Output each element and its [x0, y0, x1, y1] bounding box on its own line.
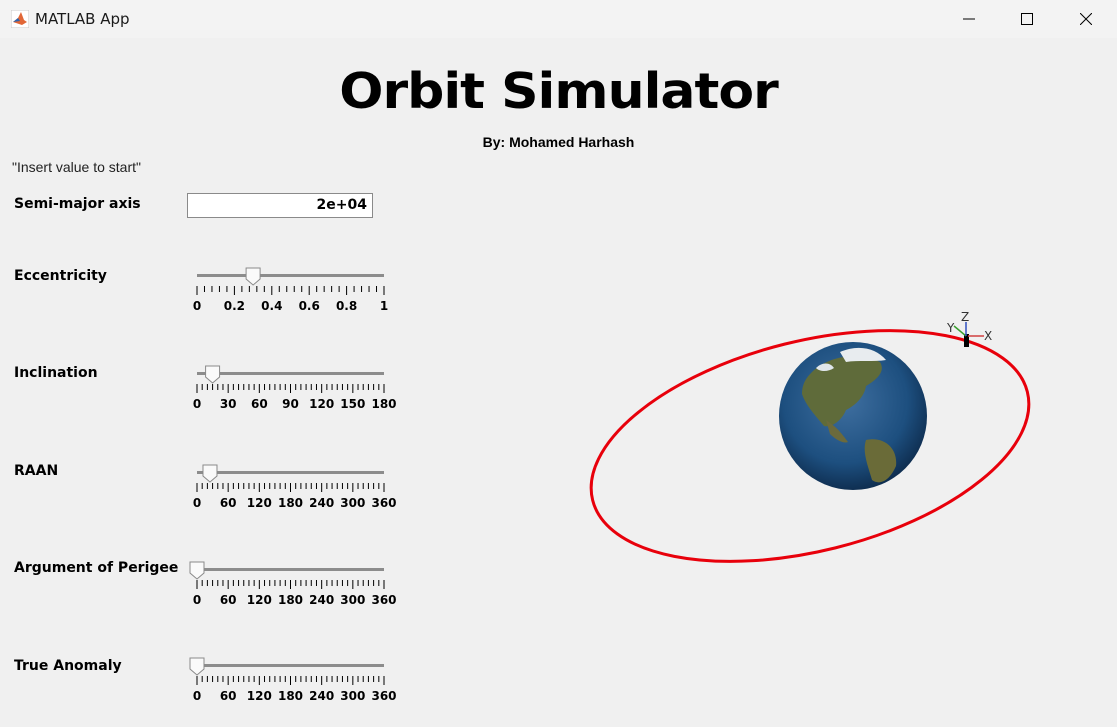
- author-label: By: Mohamed Harhash: [482, 134, 635, 150]
- close-button[interactable]: [1057, 0, 1115, 38]
- slider-tick-label: 180: [278, 593, 303, 607]
- slider-track[interactable]: [197, 568, 384, 571]
- slider-tick-label: 0.8: [336, 299, 357, 313]
- slider-thumb[interactable]: [189, 657, 205, 676]
- slider-tick-label: 90: [282, 397, 299, 411]
- minimize-button[interactable]: [940, 0, 998, 38]
- eccentricity-label: Eccentricity: [14, 268, 107, 284]
- slider-tick-label: 0: [193, 496, 201, 510]
- maximize-icon: [1021, 13, 1033, 25]
- window-title: MATLAB App: [35, 10, 130, 28]
- slider-tick-label: 120: [247, 593, 272, 607]
- argument-of-perigee-label: Argument of Perigee: [14, 560, 179, 576]
- semi-major-axis-field[interactable]: 2e+04: [187, 193, 373, 218]
- raan-slider[interactable]: 0 60 120 180 240 300 360: [186, 463, 401, 513]
- slider-tick-label: 0: [193, 593, 201, 607]
- slider-graphic: 0 60 120 180 240 300 360: [193, 464, 397, 510]
- slider-track[interactable]: [197, 274, 384, 277]
- slider-tick-label: 180: [278, 689, 303, 703]
- slider-tick-label: 120: [309, 397, 334, 411]
- slider-tick-label: 240: [309, 593, 334, 607]
- slider-tick-label: 180: [371, 397, 396, 411]
- slider-thumb[interactable]: [189, 561, 205, 580]
- inclination-label: Inclination: [14, 365, 98, 381]
- slider-tick-label: 300: [340, 496, 365, 510]
- y-axis-label: Y: [946, 321, 955, 335]
- slider-tick-label: 60: [220, 593, 237, 607]
- slider-thumb[interactable]: [202, 464, 218, 483]
- hint-text: "Insert value to start": [12, 159, 141, 175]
- matlab-icon: [11, 10, 29, 28]
- slider-tick-label: 0: [193, 397, 201, 411]
- window-titlebar: MATLAB App: [0, 0, 1117, 38]
- slider-tick-label: 120: [247, 689, 272, 703]
- argument-of-perigee-slider[interactable]: 0 60 120 180 240 300 360: [186, 560, 401, 610]
- slider-tick-label: 360: [371, 496, 396, 510]
- slider-thumb[interactable]: [245, 267, 261, 286]
- slider-thumb[interactable]: [205, 365, 221, 384]
- slider-tick-label: 180: [278, 496, 303, 510]
- orbit-plot[interactable]: X Y Z: [580, 310, 1050, 580]
- slider-tick-label: 1: [380, 299, 388, 313]
- slider-graphic: 0 60 120 180 240 300 360: [189, 657, 397, 703]
- slider-tick-label: 0.2: [224, 299, 245, 313]
- slider-graphic: 0 30 60 90 120 150 180: [193, 365, 397, 411]
- close-icon: [1080, 13, 1092, 25]
- slider-tick-label: 0: [193, 689, 201, 703]
- slider-tick-label: 0.6: [299, 299, 320, 313]
- maximize-button[interactable]: [998, 0, 1056, 38]
- z-axis-label: Z: [961, 310, 969, 324]
- slider-tick-label: 240: [309, 496, 334, 510]
- eccentricity-slider[interactable]: 0 0.2 0.4 0.6 0.8 1: [186, 266, 401, 316]
- slider-track[interactable]: [197, 471, 384, 474]
- slider-track[interactable]: [197, 664, 384, 667]
- true-anomaly-slider[interactable]: 0 60 120 180 240 300 360: [186, 656, 401, 706]
- slider-tick-label: 360: [371, 593, 396, 607]
- raan-label: RAAN: [14, 463, 59, 479]
- slider-tick-label: 0.4: [261, 299, 282, 313]
- slider-tick-label: 0: [193, 299, 201, 313]
- slider-track[interactable]: [197, 372, 384, 375]
- minimize-icon: [963, 18, 975, 20]
- slider-tick-label: 300: [340, 593, 365, 607]
- inclination-slider[interactable]: 0 30 60 90 120 150 180: [186, 364, 401, 414]
- slider-graphic: 0 0.2 0.4 0.6 0.8 1: [193, 267, 388, 313]
- x-axis-label: X: [984, 329, 992, 343]
- page-title: Orbit Simulator: [339, 63, 778, 121]
- slider-tick-label: 30: [220, 397, 237, 411]
- slider-tick-label: 360: [371, 689, 396, 703]
- slider-tick-label: 300: [340, 689, 365, 703]
- slider-tick-label: 60: [220, 689, 237, 703]
- true-anomaly-label: True Anomaly: [14, 658, 122, 674]
- slider-tick-label: 60: [251, 397, 268, 411]
- semi-major-axis-label: Semi-major axis: [14, 196, 141, 212]
- slider-tick-label: 120: [247, 496, 272, 510]
- earth-globe: [779, 342, 927, 490]
- slider-tick-label: 150: [340, 397, 365, 411]
- slider-tick-label: 240: [309, 689, 334, 703]
- slider-graphic: 0 60 120 180 240 300 360: [189, 561, 397, 607]
- slider-tick-label: 60: [220, 496, 237, 510]
